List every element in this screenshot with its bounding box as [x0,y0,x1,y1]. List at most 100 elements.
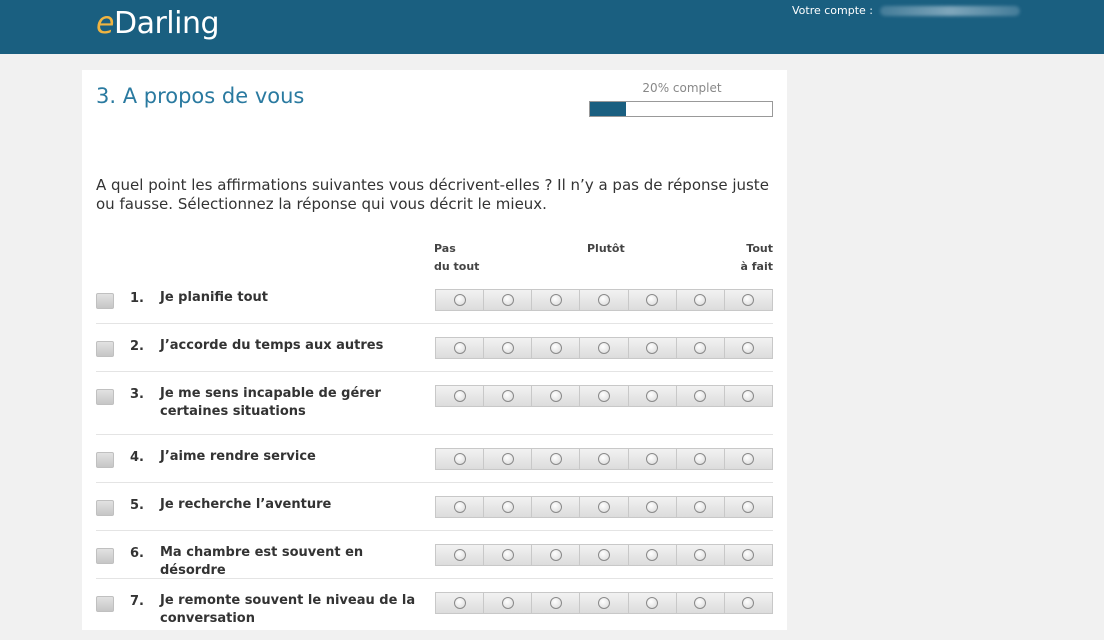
rating-radio[interactable] [453,549,466,561]
rating-radio[interactable] [453,390,466,402]
rating-radio[interactable] [646,294,659,306]
rating-cell[interactable] [724,545,772,565]
rating-cell[interactable] [724,290,772,310]
rating-cell[interactable] [628,290,677,310]
rating-radio[interactable] [501,342,514,354]
rating-radio[interactable] [453,501,466,513]
rating-radio[interactable] [549,390,562,402]
question-skip-checkbox[interactable] [96,596,114,612]
rating-radio[interactable] [694,342,707,354]
rating-radio[interactable] [453,453,466,465]
rating-cell[interactable] [436,497,485,517]
question-skip-checkbox[interactable] [96,452,114,468]
rating-cell[interactable] [724,593,772,613]
rating-cell[interactable] [532,593,581,613]
rating-cell[interactable] [436,593,485,613]
question-skip-checkbox[interactable] [96,293,114,309]
rating-cell[interactable] [580,386,629,406]
account-info[interactable]: Votre compte : [792,4,1020,17]
rating-cell[interactable] [724,338,772,358]
rating-radio[interactable] [742,501,755,513]
rating-radio[interactable] [694,390,707,402]
rating-cell[interactable] [436,545,485,565]
rating-cell[interactable] [580,449,629,469]
rating-cell[interactable] [628,545,677,565]
rating-cell[interactable] [724,497,772,517]
rating-cell[interactable] [484,338,533,358]
rating-radio[interactable] [549,342,562,354]
rating-radio[interactable] [453,342,466,354]
rating-radio[interactable] [694,453,707,465]
rating-radio[interactable] [501,597,514,609]
rating-cell[interactable] [628,497,677,517]
rating-cell[interactable] [580,497,629,517]
rating-cell[interactable] [628,449,677,469]
question-skip-checkbox[interactable] [96,341,114,357]
rating-cell[interactable] [484,386,533,406]
rating-radio[interactable] [453,294,466,306]
rating-radio[interactable] [501,390,514,402]
rating-cell[interactable] [676,545,725,565]
rating-cell[interactable] [532,497,581,517]
rating-radio[interactable] [694,501,707,513]
rating-radio[interactable] [646,549,659,561]
rating-radio[interactable] [597,501,610,513]
rating-radio[interactable] [549,294,562,306]
rating-radio[interactable] [501,294,514,306]
rating-cell[interactable] [676,593,725,613]
rating-cell[interactable] [436,338,485,358]
rating-cell[interactable] [436,449,485,469]
rating-cell[interactable] [532,545,581,565]
rating-radio[interactable] [646,501,659,513]
rating-radio[interactable] [694,294,707,306]
rating-cell[interactable] [628,593,677,613]
edarling-logo[interactable]: eDarling [96,6,220,41]
rating-radio[interactable] [646,453,659,465]
rating-cell[interactable] [484,290,533,310]
rating-cell[interactable] [532,290,581,310]
rating-radio[interactable] [742,549,755,561]
rating-radio[interactable] [501,549,514,561]
rating-cell[interactable] [628,386,677,406]
rating-cell[interactable] [676,449,725,469]
rating-radio[interactable] [597,390,610,402]
rating-cell[interactable] [580,593,629,613]
rating-radio[interactable] [646,597,659,609]
rating-radio[interactable] [597,549,610,561]
rating-cell[interactable] [628,338,677,358]
rating-radio[interactable] [646,342,659,354]
rating-cell[interactable] [724,449,772,469]
rating-cell[interactable] [676,290,725,310]
rating-cell[interactable] [532,449,581,469]
rating-radio[interactable] [597,342,610,354]
rating-cell[interactable] [532,386,581,406]
rating-radio[interactable] [549,501,562,513]
rating-radio[interactable] [597,294,610,306]
rating-cell[interactable] [484,449,533,469]
rating-cell[interactable] [676,386,725,406]
rating-radio[interactable] [742,294,755,306]
rating-radio[interactable] [597,453,610,465]
question-skip-checkbox[interactable] [96,548,114,564]
rating-radio[interactable] [742,342,755,354]
rating-radio[interactable] [501,453,514,465]
rating-cell[interactable] [484,593,533,613]
question-skip-checkbox[interactable] [96,500,114,516]
rating-radio[interactable] [646,390,659,402]
rating-cell[interactable] [436,290,485,310]
rating-cell[interactable] [484,497,533,517]
rating-radio[interactable] [501,501,514,513]
rating-radio[interactable] [549,453,562,465]
rating-cell[interactable] [484,545,533,565]
rating-radio[interactable] [549,549,562,561]
rating-radio[interactable] [597,597,610,609]
rating-cell[interactable] [676,497,725,517]
rating-cell[interactable] [532,338,581,358]
question-skip-checkbox[interactable] [96,389,114,405]
rating-cell[interactable] [676,338,725,358]
rating-cell[interactable] [580,338,629,358]
rating-cell[interactable] [724,386,772,406]
rating-radio[interactable] [742,390,755,402]
rating-radio[interactable] [742,453,755,465]
rating-radio[interactable] [694,597,707,609]
